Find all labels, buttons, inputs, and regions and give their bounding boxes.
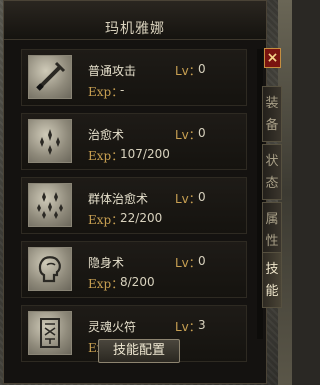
window-title: 玛机雅娜 <box>105 21 165 37</box>
skill-window: 玛机雅娜 普通攻击 Lv： 0 Exp： - 治愈术 Lv： 0 Exp： 10… <box>3 0 267 384</box>
exp-label: Exp： <box>88 277 124 291</box>
skill-name: 灵魂火符 <box>88 320 137 334</box>
close-button[interactable]: × <box>264 48 281 68</box>
heal-sparkle-icon[interactable] <box>28 119 72 163</box>
level-value: 0 <box>198 126 206 140</box>
exp-label: Exp： <box>88 213 124 227</box>
level-label: Lv： <box>175 192 201 206</box>
skill-name: 普通攻击 <box>88 64 137 78</box>
talisman-icon[interactable] <box>28 311 72 355</box>
skill-name: 群体治愈术 <box>88 192 149 206</box>
window-title-bar[interactable]: 玛机雅娜 <box>4 1 266 40</box>
skill-row-group-heal[interactable]: 群体治愈术 Lv： 0 Exp： 22/200 <box>21 177 247 234</box>
exp-value: 8/200 <box>120 275 155 289</box>
skill-config-button[interactable]: 技能配置 <box>98 339 180 363</box>
level-label: Lv： <box>175 64 201 78</box>
skill-row-stealth[interactable]: 隐身术 Lv： 0 Exp： 8/200 <box>21 241 247 298</box>
skill-name: 隐身术 <box>88 256 125 270</box>
skill-list: 普通攻击 Lv： 0 Exp： - 治愈术 Lv： 0 Exp： 107/200 <box>21 49 247 369</box>
tab-attributes[interactable]: 属性 <box>262 202 282 258</box>
skill-row-heal[interactable]: 治愈术 Lv： 0 Exp： 107/200 <box>21 113 247 170</box>
level-value: 3 <box>198 318 206 332</box>
exp-label: Exp： <box>88 85 124 99</box>
tab-equipment[interactable]: 装备 <box>262 86 282 142</box>
exp-value: 107/200 <box>120 147 170 161</box>
level-label: Lv： <box>175 256 201 270</box>
exp-value: - <box>120 83 125 97</box>
level-value: 0 <box>198 62 206 76</box>
tab-skills[interactable]: 技能 <box>262 252 282 308</box>
stealth-head-icon[interactable] <box>28 247 72 291</box>
exp-value: 22/200 <box>120 211 163 225</box>
level-value: 0 <box>198 190 206 204</box>
level-label: Lv： <box>175 320 201 334</box>
level-value: 0 <box>198 254 206 268</box>
group-heal-icon[interactable] <box>28 183 72 227</box>
exp-label: Exp： <box>88 149 124 163</box>
skill-row-basic-attack[interactable]: 普通攻击 Lv： 0 Exp： - <box>21 49 247 106</box>
level-label: Lv： <box>175 128 201 142</box>
skill-name: 治愈术 <box>88 128 125 142</box>
tab-status[interactable]: 状态 <box>262 144 282 200</box>
sword-icon[interactable] <box>28 55 72 99</box>
